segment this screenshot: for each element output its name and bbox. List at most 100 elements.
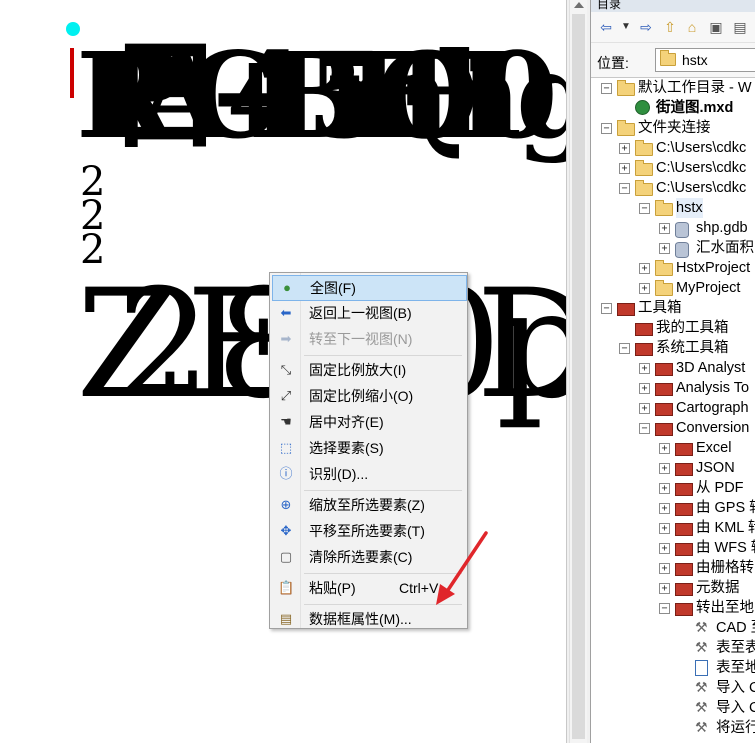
tree-item[interactable]: + JSON xyxy=(591,458,755,478)
tree-item[interactable]: + Cartograph xyxy=(591,398,755,418)
menu-item[interactable]: ⤢ 固定比例缩小(O) xyxy=(272,384,465,408)
expand-icon[interactable]: + xyxy=(639,383,650,394)
menu-item[interactable]: ▤ 数据框属性(M)... xyxy=(272,607,465,631)
tree-item[interactable]: ⚒ 导入 C xyxy=(591,678,755,698)
tree-item-icon xyxy=(655,200,673,216)
tree-item-icon xyxy=(695,660,708,676)
tree-item[interactable]: 表至地 xyxy=(591,658,755,678)
menu-item[interactable]: ✥ 平移至所选要素(T) xyxy=(272,519,465,543)
expand-icon[interactable]: + xyxy=(659,463,670,474)
tree-item[interactable]: + 由栅格转 xyxy=(591,558,755,578)
tree-item[interactable]: − 文件夹连接 xyxy=(591,118,755,138)
scrollbar-thumb[interactable] xyxy=(572,14,585,739)
tree-item[interactable]: − C:\Users\cdkc xyxy=(591,178,755,198)
back-dropdown-icon[interactable]: ▼ xyxy=(617,18,635,36)
expand-icon[interactable]: + xyxy=(659,583,670,594)
back-icon[interactable]: ⇦ xyxy=(597,18,615,36)
tree-item[interactable]: +3D Analyst xyxy=(591,358,755,378)
tree-item[interactable]: − hstx xyxy=(591,198,755,218)
fixed-zoom-in-icon: ⤡ xyxy=(280,362,292,377)
tree-item[interactable]: − 工具箱 xyxy=(591,298,755,318)
collapse-icon[interactable]: − xyxy=(639,203,650,214)
collapse-icon[interactable]: − xyxy=(601,83,612,94)
map-scrollbar[interactable] xyxy=(569,0,587,743)
tree-item[interactable]: + 由 WFS 转 xyxy=(591,538,755,558)
menu-item[interactable]: ⊕ 缩放至所选要素(Z) xyxy=(272,493,465,517)
menu-item[interactable]: ⬚ 选择要素(S) xyxy=(272,436,465,460)
collapse-icon[interactable]: − xyxy=(601,303,612,314)
collapse-icon[interactable]: − xyxy=(619,343,630,354)
home-icon[interactable]: ⌂ xyxy=(683,18,701,36)
tree-item[interactable]: − Conversion xyxy=(591,418,755,438)
tree-item[interactable]: + shp.gdb xyxy=(591,218,755,238)
expand-icon[interactable]: + xyxy=(659,523,670,534)
menu-item[interactable]: ⬅ 返回上一视图(B) xyxy=(272,301,465,325)
options-icon[interactable]: ▤ xyxy=(731,18,749,36)
menu-item-label: 转至下一视图(N) xyxy=(309,331,413,347)
tree-item[interactable]: − 默认工作目录 - W xyxy=(591,78,755,98)
tree-item[interactable]: + Excel xyxy=(591,438,755,458)
expand-icon[interactable]: + xyxy=(619,143,630,154)
menu-item[interactable]: ▢ 清除所选要素(C) xyxy=(272,545,465,569)
expand-icon[interactable]: + xyxy=(639,263,650,274)
tree-item[interactable]: ⚒ 表至表 xyxy=(591,638,755,658)
tree-item[interactable]: 我的工具箱 xyxy=(591,318,755,338)
expand-icon[interactable]: + xyxy=(619,163,630,174)
tree-item[interactable]: + 从 PDF xyxy=(591,478,755,498)
tree-item[interactable]: + C:\Users\cdkc xyxy=(591,158,755,178)
tree-item[interactable]: − 转出至地 xyxy=(591,598,755,618)
tree-item[interactable]: ⚒ 导入 C xyxy=(591,698,755,718)
tree-item[interactable]: + 由 GPS 转 xyxy=(591,498,755,518)
tree-item-label: hstx xyxy=(676,198,703,218)
tree-item[interactable]: ⚒ CAD 至 xyxy=(591,618,755,638)
expand-icon[interactable]: + xyxy=(639,283,650,294)
menu-item-label: 返回上一视图(B) xyxy=(309,305,412,321)
tree-item[interactable]: + Analysis To xyxy=(591,378,755,398)
collapse-icon[interactable]: − xyxy=(619,183,630,194)
expand-icon[interactable]: + xyxy=(659,243,670,254)
expand-icon[interactable]: + xyxy=(639,403,650,414)
expand-icon[interactable]: + xyxy=(659,543,670,554)
menu-item[interactable]: 📋 粘贴(P) Ctrl+V xyxy=(272,576,465,600)
tree-item-label: 导入 C xyxy=(716,680,755,696)
tree-item[interactable]: + MyProject xyxy=(591,278,755,298)
expand-icon[interactable]: + xyxy=(639,363,650,374)
catalog-window: 目录 ⇦ ▼ ⇨ ⇧ ⌂ ▣ ▤ 位置: hstx − 默认工作目录 - W 街道图… xyxy=(590,0,755,743)
collapse-icon[interactable]: − xyxy=(601,123,612,134)
tree-item[interactable]: − 系统工具箱 xyxy=(591,338,755,358)
tree-item-icon xyxy=(675,222,689,238)
tree-item-icon xyxy=(635,140,653,156)
connect-folder-icon[interactable]: ▣ xyxy=(707,18,725,36)
collapse-icon[interactable]: − xyxy=(639,423,650,434)
collapse-icon[interactable]: − xyxy=(659,603,670,614)
folder-icon xyxy=(660,50,676,66)
tree-item[interactable]: + C:\Users\cdkc xyxy=(591,138,755,158)
menu-item[interactable]: ☚ 居中对齐(E) xyxy=(272,410,465,434)
tree-item-icon: ⚒ xyxy=(695,679,708,695)
tree-item-label: MyProject xyxy=(676,280,741,296)
tree-item[interactable]: + 元数据 xyxy=(591,578,755,598)
expand-icon[interactable]: + xyxy=(659,443,670,454)
expand-icon[interactable]: + xyxy=(659,503,670,514)
menu-item[interactable]: ● 全图(F) xyxy=(272,275,467,301)
up-folder-icon[interactable]: ⇧ xyxy=(661,18,679,36)
tree-item-label: 汇水面积 xyxy=(696,240,754,256)
tree-item[interactable]: + 由 KML 转 xyxy=(591,518,755,538)
location-field[interactable]: hstx xyxy=(655,48,755,72)
tree-item[interactable]: + HstxProject xyxy=(591,258,755,278)
forward-icon[interactable]: ⇨ xyxy=(637,18,655,36)
expand-icon[interactable]: + xyxy=(659,483,670,494)
tree-item[interactable]: ⚒ 将运行 xyxy=(591,718,755,738)
expand-icon[interactable]: + xyxy=(659,223,670,234)
tree-item[interactable]: 街道图.mxd xyxy=(591,98,755,118)
tree-item[interactable]: + 汇水面积 xyxy=(591,238,755,258)
tree-item-icon xyxy=(675,543,693,556)
expand-icon[interactable]: + xyxy=(659,563,670,574)
menu-item-label: 识别(D)... xyxy=(309,466,369,482)
tree-item-label: 系统工具箱 xyxy=(656,340,729,356)
menu-item[interactable]: ⓘ 识别(D)... xyxy=(272,462,465,486)
location-bar: 位置: hstx xyxy=(591,43,755,78)
menu-item[interactable]: ⤡ 固定比例放大(I) xyxy=(272,358,465,382)
tree-item-label: 由栅格转 xyxy=(696,560,754,576)
scroll-up-icon[interactable] xyxy=(574,2,584,8)
